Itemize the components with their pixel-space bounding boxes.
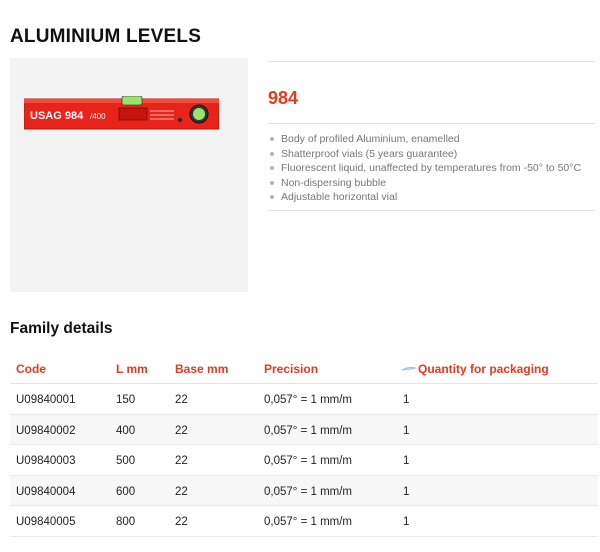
cell-length: 600 <box>116 485 136 498</box>
column-header-code[interactable]: Code <box>16 362 46 376</box>
cell-quantity: 1 <box>403 424 410 437</box>
feature-item: Non-dispersing bubble <box>270 176 581 191</box>
column-header-length[interactable]: L mm <box>116 362 148 376</box>
cell-precision: 0,057° = 1 mm/m <box>264 516 353 528</box>
table-row[interactable]: U09840003 500 22 0,057° = 1 mm/m 1 <box>10 445 598 476</box>
table-row[interactable]: U09840004 600 22 0,057° = 1 mm/m 1 <box>10 475 598 506</box>
top-vial <box>121 96 143 106</box>
feature-item: Fluorescent liquid, unaffected by temper… <box>270 161 581 176</box>
bullet-icon <box>270 195 274 200</box>
tool-brand-text: USAG 984 <box>30 110 84 122</box>
table-row[interactable]: U09840002 400 22 0,057° = 1 mm/m 1 <box>10 414 598 445</box>
bullet-icon <box>270 166 274 171</box>
feature-item: Body of profiled Aluminium, enamelled <box>270 132 581 147</box>
cell-code: U09840003 <box>16 455 76 467</box>
bullet-icon <box>270 151 274 156</box>
divider <box>268 123 595 124</box>
table-row[interactable]: U09840001 150 22 0,057° = 1 mm/m 1 <box>10 384 598 415</box>
product-image <box>10 58 248 292</box>
cell-precision: 0,057° = 1 mm/m <box>264 424 353 437</box>
table-row[interactable]: U09840005 800 22 0,057° = 1 mm/m 1 <box>10 506 598 537</box>
divider <box>268 61 595 62</box>
cell-quantity: 1 <box>403 455 410 467</box>
bullet-icon <box>270 137 274 141</box>
family-details-heading: Family details <box>10 320 113 337</box>
cell-base: 22 <box>175 394 188 406</box>
cell-length: 800 <box>116 516 136 528</box>
cell-base: 22 <box>175 516 188 528</box>
cell-precision: 0,057° = 1 mm/m <box>264 485 353 498</box>
cell-quantity: 1 <box>403 485 410 498</box>
column-header-base[interactable]: Base mm <box>175 362 228 376</box>
cell-quantity: 1 <box>403 516 410 528</box>
cell-code: U09840002 <box>16 424 76 437</box>
cell-quantity: 1 <box>403 394 410 406</box>
cell-code: U09840005 <box>16 516 76 528</box>
column-header-quantity[interactable]: Quantity for packaging <box>418 362 549 376</box>
page-title: ALUMINIUM LEVELS <box>10 26 202 47</box>
cell-code: U09840001 <box>16 394 76 406</box>
cell-precision: 0,057° = 1 mm/m <box>264 455 353 467</box>
divider <box>268 210 595 211</box>
cell-length: 150 <box>116 394 136 406</box>
cell-code: U09840004 <box>16 485 76 498</box>
feature-item: Adjustable horizontal vial <box>270 190 581 205</box>
feature-item: Shatterproof vials (5 years guarantee) <box>270 147 581 162</box>
packaging-icon <box>401 367 417 371</box>
bullet-icon <box>270 180 274 185</box>
cell-base: 22 <box>175 424 188 437</box>
spirit-level-image: USAG 984 /400 <box>24 96 219 130</box>
cell-base: 22 <box>175 455 188 467</box>
column-header-precision[interactable]: Precision <box>264 362 318 376</box>
cell-base: 22 <box>175 485 188 498</box>
tool-size-text: /400 <box>90 112 106 121</box>
family-table: Code L mm Base mm Precision Quantity for… <box>10 352 598 537</box>
table-header: Code L mm Base mm Precision Quantity for… <box>10 352 598 384</box>
cell-precision: 0,057° = 1 mm/m <box>264 394 353 406</box>
cell-length: 400 <box>116 424 136 437</box>
product-code: 984 <box>268 88 299 108</box>
cell-length: 500 <box>116 455 136 467</box>
feature-list: Body of profiled Aluminium, enamelled Sh… <box>270 132 581 205</box>
